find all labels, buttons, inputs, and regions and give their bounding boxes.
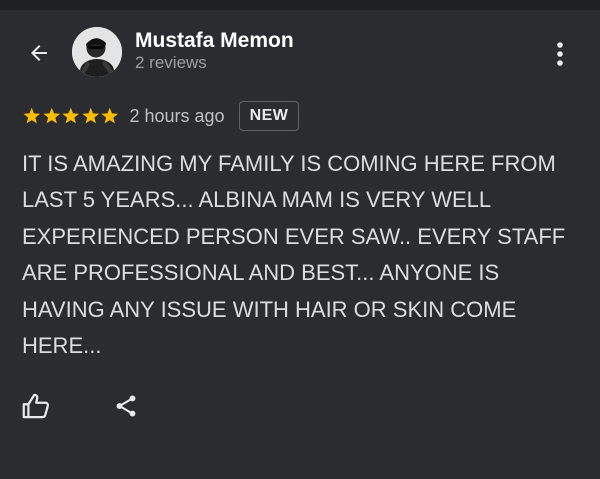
arrow-left-icon	[31, 45, 47, 61]
review-text: IT IS AMAZING MY FAMILY IS COMING HERE F…	[22, 151, 566, 359]
like-button[interactable]	[19, 389, 53, 423]
share-icon	[116, 395, 136, 417]
star-icon	[62, 107, 80, 124]
new-badge: NEW	[238, 101, 300, 131]
star-rating	[22, 107, 120, 125]
share-button[interactable]	[109, 389, 143, 423]
star-icon	[23, 107, 41, 124]
top-strip	[0, 0, 600, 10]
back-button[interactable]	[22, 36, 56, 70]
review-time: 2 hours ago	[129, 105, 225, 126]
star-icon	[42, 107, 60, 124]
more-options-button[interactable]	[545, 38, 575, 70]
star-icon	[101, 107, 119, 124]
star-icon	[81, 107, 99, 124]
more-vert-icon	[557, 42, 563, 66]
reviewer-photo	[72, 27, 122, 77]
rating-row: 2 hours ago NEW	[22, 100, 300, 132]
thumb-up-icon	[22, 393, 50, 419]
avatar[interactable]	[72, 27, 122, 77]
reviewer-name[interactable]: Mustafa Memon	[135, 29, 294, 53]
reviewer-review-count: 2 reviews	[135, 53, 207, 72]
